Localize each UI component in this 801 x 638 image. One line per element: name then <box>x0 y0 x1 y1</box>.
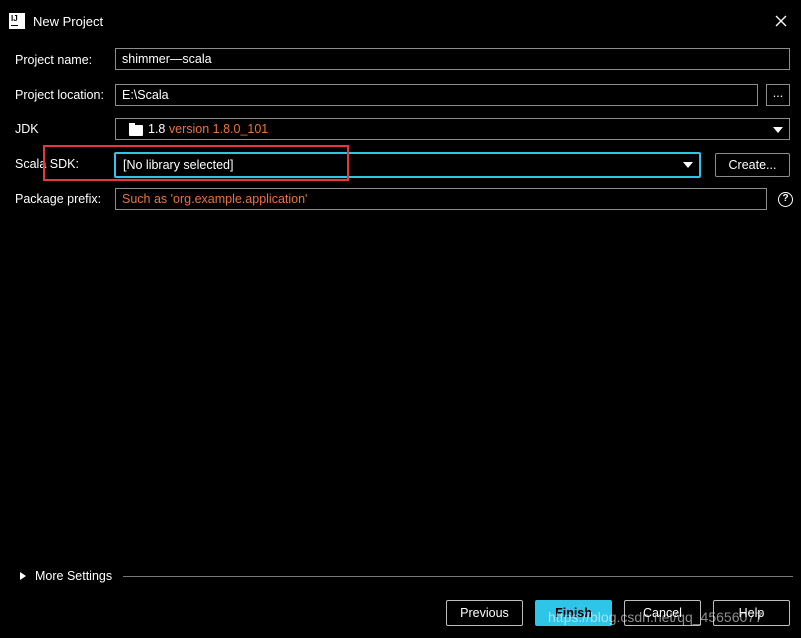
previous-button[interactable]: Previous <box>446 600 523 626</box>
package-prefix-label: Package prefix: <box>15 192 102 206</box>
highlight-box <box>43 145 349 181</box>
project-location-input[interactable]: E:\Scala <box>115 84 758 106</box>
title-bar <box>0 0 801 44</box>
expand-triangle-icon[interactable] <box>20 572 26 580</box>
help-icon[interactable]: ? <box>778 192 793 207</box>
create-sdk-button[interactable]: Create... <box>715 153 790 177</box>
project-name-input[interactable]: shimmer—scala <box>115 48 790 70</box>
jdk-select[interactable]: 1.8 version 1.8.0_101 <box>115 118 790 140</box>
chevron-down-icon[interactable] <box>683 162 693 168</box>
watermark-text: https://blog.csdn.net/qq_45656077 <box>548 609 763 625</box>
jdk-version: version 1.8.0_101 <box>168 122 269 136</box>
package-prefix-input[interactable]: Such as 'org.example.application' <box>115 188 767 210</box>
project-name-value: shimmer—scala <box>122 52 212 66</box>
project-location-value: E:\Scala <box>122 88 169 102</box>
folder-icon <box>129 123 143 136</box>
more-settings-toggle[interactable]: More Settings <box>35 569 112 583</box>
close-icon[interactable] <box>773 13 789 29</box>
project-name-label: Project name: <box>15 53 93 67</box>
more-settings-divider <box>123 576 793 577</box>
project-location-label: Project location: <box>15 88 104 102</box>
window-title: New Project <box>33 14 104 29</box>
chevron-down-icon[interactable] <box>773 127 783 133</box>
jdk-value: 1.8 <box>148 122 166 136</box>
browse-location-button[interactable]: ... <box>766 84 790 106</box>
intellij-app-icon: IJ <box>9 13 25 29</box>
package-prefix-placeholder: Such as 'org.example.application' <box>122 192 308 206</box>
jdk-label: JDK <box>15 122 39 136</box>
